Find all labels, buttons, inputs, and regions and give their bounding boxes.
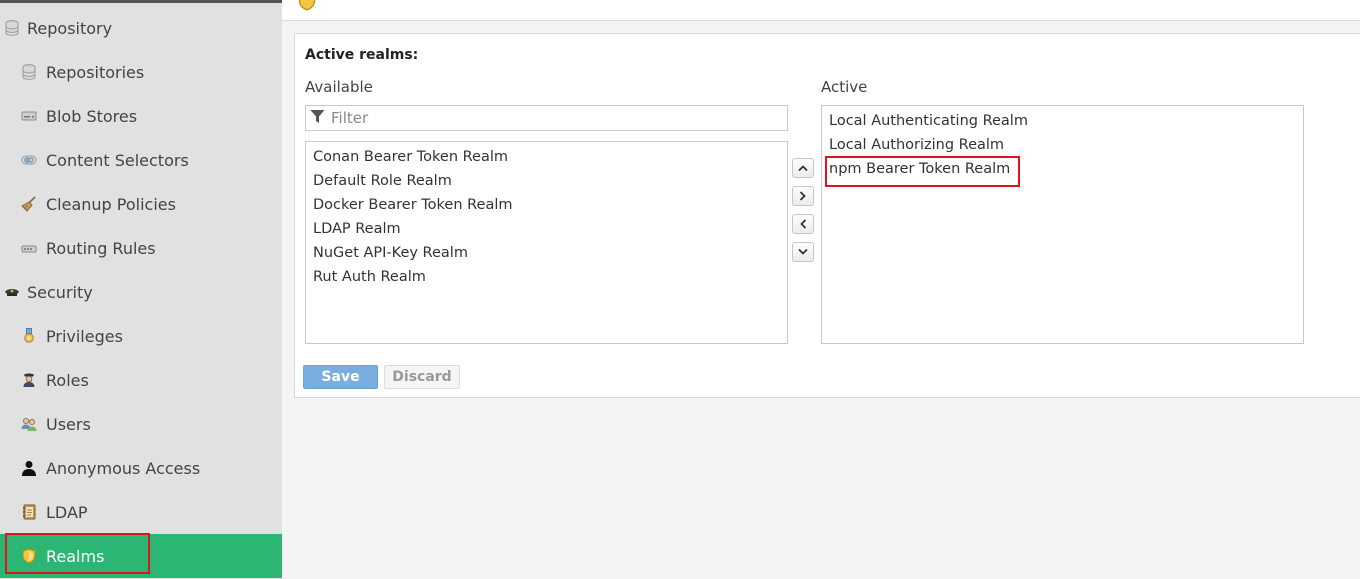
list-item[interactable]: NuGet API-Key Realm [306, 241, 787, 265]
chevron-left-icon [800, 219, 807, 229]
filter-field [305, 105, 788, 131]
list-item[interactable]: npm Bearer Token Realm [822, 157, 1303, 181]
officer-icon [21, 372, 37, 388]
list-item[interactable]: Local Authorizing Realm [822, 133, 1303, 157]
user-silhouette-icon [21, 460, 37, 476]
sidebar-item-label: Blob Stores [46, 106, 138, 126]
sidebar-item-ldap[interactable]: LDAP [0, 490, 282, 534]
available-realms-list[interactable]: Conan Bearer Token Realm Default Role Rea… [305, 141, 788, 344]
sidebar-item-anonymous-access[interactable]: Anonymous Access [0, 446, 282, 490]
sidebar-item-repositories[interactable]: Repositories [0, 50, 282, 94]
move-right-button[interactable] [792, 186, 814, 206]
sidebar-item-label: Realms [46, 546, 105, 566]
list-item[interactable]: Rut Auth Realm [306, 265, 787, 289]
hard-drive-icon [21, 108, 37, 124]
sidebar-item-content-selectors[interactable]: Content Selectors [0, 138, 282, 182]
broom-icon [21, 196, 37, 212]
sidebar-item-label: Content Selectors [46, 150, 189, 170]
sidebar: Repository Repositories Blob Stores Cont… [0, 0, 282, 579]
sidebar-item-label: Cleanup Policies [46, 194, 176, 214]
sidebar-item-label: Repository [27, 18, 113, 38]
list-item[interactable]: Default Role Realm [306, 169, 787, 193]
app-window: Repository Repositories Blob Stores Cont… [0, 0, 1360, 579]
sidebar-item-label: Repositories [46, 62, 145, 82]
sidebar-item-cleanup-policies[interactable]: Cleanup Policies [0, 182, 282, 226]
content-selector-icon [21, 152, 37, 168]
router-icon [21, 240, 37, 256]
discard-button[interactable]: Discard [384, 365, 460, 389]
realms-panel: Active realms: Available Active Conan Be… [294, 33, 1360, 398]
sidebar-item-label: Users [46, 414, 91, 434]
sidebar-item-blob-stores[interactable]: Blob Stores [0, 94, 282, 138]
users-icon [21, 416, 37, 432]
sidebar-group-repository[interactable]: Repository [0, 6, 282, 50]
sidebar-item-realms[interactable]: Realms [0, 534, 282, 578]
move-down-button[interactable] [792, 242, 814, 262]
save-button[interactable]: Save [303, 365, 378, 389]
chevron-up-icon [798, 165, 808, 172]
sidebar-item-label: LDAP [46, 502, 88, 522]
address-book-icon [21, 504, 37, 520]
list-item[interactable]: LDAP Realm [306, 217, 787, 241]
sidebar-item-label: Routing Rules [46, 238, 156, 258]
shield-icon [298, 0, 316, 15]
panel-title: Active realms: [305, 47, 419, 63]
sidebar-item-label: Roles [46, 370, 89, 390]
active-realms-list[interactable]: Local Authenticating Realm Local Authoriz… [821, 105, 1304, 344]
medal-icon [21, 328, 37, 344]
sidebar-item-label: Anonymous Access [46, 458, 201, 478]
database-icon [4, 20, 20, 36]
list-item[interactable]: Conan Bearer Token Realm [306, 145, 787, 169]
chevron-right-icon [799, 191, 806, 201]
available-label: Available [305, 78, 373, 96]
sidebar-item-users[interactable]: Users [0, 402, 282, 446]
police-hat-icon [4, 284, 20, 300]
database-icon [21, 64, 37, 80]
filter-input[interactable] [331, 109, 771, 127]
move-up-button[interactable] [792, 158, 814, 178]
sidebar-item-roles[interactable]: Roles [0, 358, 282, 402]
chevron-down-icon [798, 248, 808, 255]
sidebar-item-routing-rules[interactable]: Routing Rules [0, 226, 282, 270]
page-header [282, 0, 1360, 21]
filter-icon [310, 109, 325, 128]
move-left-button[interactable] [792, 214, 814, 234]
sidebar-item-label: Privileges [46, 326, 123, 346]
list-item[interactable]: Docker Bearer Token Realm [306, 193, 787, 217]
sidebar-group-security[interactable]: Security [0, 270, 282, 314]
shield-icon [21, 548, 37, 564]
sidebar-item-label: Security [27, 282, 93, 302]
sidebar-item-privileges[interactable]: Privileges [0, 314, 282, 358]
list-item[interactable]: Local Authenticating Realm [822, 109, 1303, 133]
active-label: Active [821, 78, 868, 96]
